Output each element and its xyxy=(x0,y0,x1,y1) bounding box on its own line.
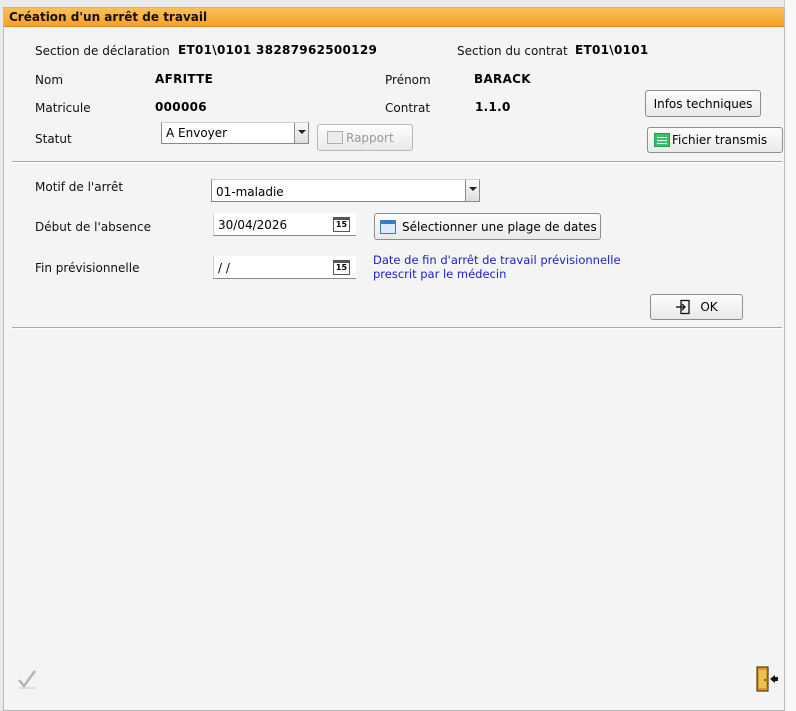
debut-label: Début de l'absence xyxy=(35,220,152,234)
separator-top xyxy=(12,161,782,163)
rapport-button[interactable]: Rapport xyxy=(317,124,413,151)
prenom-value: BARACK xyxy=(474,72,531,86)
motif-value: 01-maladie xyxy=(216,185,284,199)
title-bar[interactable]: Création d'un arrêt de travail xyxy=(4,8,784,27)
dialog-window: Création d'un arrêt de travail Section d… xyxy=(3,7,785,711)
section-contrat-value: ET01\0101 xyxy=(575,43,649,57)
window-title: Création d'un arrêt de travail xyxy=(9,10,208,24)
ok-label: OK xyxy=(700,300,718,314)
infos-techniques-label: Infos techniques xyxy=(653,96,753,111)
checkmark-icon[interactable] xyxy=(16,668,38,690)
fichier-transmis-button[interactable]: Fichier transmis xyxy=(647,127,783,153)
rapport-label: Rapport xyxy=(346,130,394,145)
separator-bottom xyxy=(12,327,782,329)
calendar-icon[interactable]: 15 xyxy=(333,217,350,232)
calendar-icon[interactable]: 15 xyxy=(333,260,350,275)
contrat-value: 1.1.0 xyxy=(475,100,511,114)
motif-label: Motif de l'arrêt xyxy=(35,180,124,194)
statut-value: A Envoyer xyxy=(166,126,228,140)
chevron-down-icon xyxy=(294,123,308,143)
plage-label: Sélectionner une plage de dates xyxy=(402,219,597,234)
matricule-value: 000006 xyxy=(155,100,207,114)
fin-label: Fin prévisionnelle xyxy=(35,261,140,275)
debut-value: 30/04/2026 xyxy=(218,218,288,232)
fin-value: / / xyxy=(218,261,230,275)
fichier-transmis-label: Fichier transmis xyxy=(672,133,768,147)
section-declaration-value: ET01\0101 38287962500129 xyxy=(178,43,378,57)
calendar-glyph: 15 xyxy=(335,220,348,229)
fin-hint-line1: Date de fin d'arrêt de travail prévision… xyxy=(373,253,621,267)
section-contrat-label: Section du contrat xyxy=(457,44,568,58)
ok-button[interactable]: OK xyxy=(650,294,743,320)
motif-select[interactable]: 01-maladie xyxy=(211,179,480,202)
fin-hint-line2: prescrit par le médecin xyxy=(373,267,507,281)
select-date-range-button[interactable]: Sélectionner une plage de dates xyxy=(374,213,601,240)
matricule-label: Matricule xyxy=(35,101,91,115)
report-icon xyxy=(327,131,343,144)
statut-select[interactable]: A Envoyer xyxy=(161,122,309,144)
nom-value: AFRITTE xyxy=(155,72,214,86)
exit-door-icon[interactable] xyxy=(755,665,779,693)
nom-label: Nom xyxy=(35,73,64,87)
chevron-down-icon xyxy=(465,180,479,201)
calendar-range-icon xyxy=(380,219,396,234)
statut-label: Statut xyxy=(35,132,72,146)
calendar-glyph: 15 xyxy=(335,263,348,272)
fin-hint: Date de fin d'arrêt de travail prévision… xyxy=(373,253,621,281)
contrat-label: Contrat xyxy=(385,101,431,115)
prenom-label: Prénom xyxy=(385,73,431,87)
file-list-icon xyxy=(654,133,670,147)
window-edge xyxy=(784,0,796,711)
enter-icon xyxy=(676,299,690,315)
infos-techniques-button[interactable]: Infos techniques xyxy=(645,90,761,117)
section-declaration-label: Section de déclaration xyxy=(35,44,170,58)
